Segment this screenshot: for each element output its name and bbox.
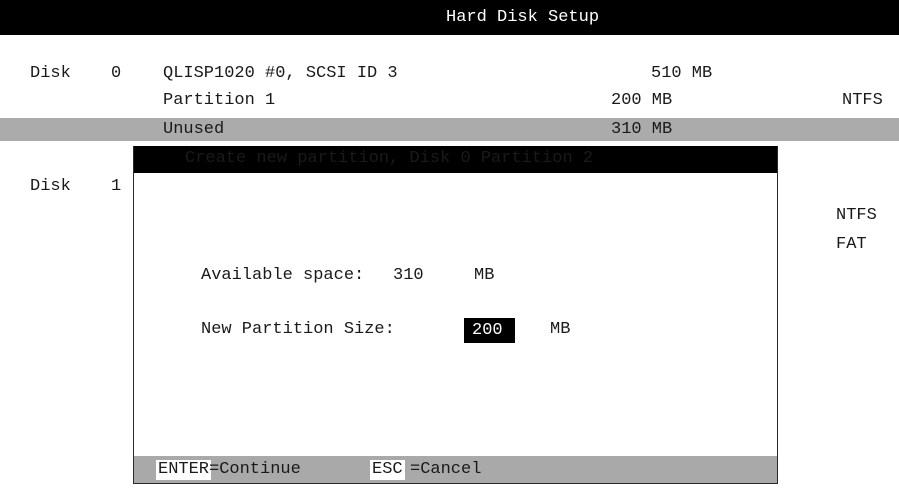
- partition-fs[interactable]: FAT: [836, 235, 867, 255]
- dialog-footer: ENTER =Continue ESC =Cancel: [134, 456, 777, 483]
- partition-fs: NTFS: [842, 91, 883, 110]
- create-partition-dialog: Create new partition, Disk 0 Partition 2…: [133, 146, 778, 484]
- partition-fs[interactable]: NTFS: [836, 206, 877, 226]
- enter-action[interactable]: =Continue: [209, 460, 301, 480]
- title-bar: Hard Disk Setup: [0, 0, 899, 35]
- disk-1-number: 1: [111, 177, 122, 196]
- partition-size-label: New Partition Size:: [201, 320, 395, 339]
- disk-1-label: Disk: [30, 177, 71, 196]
- dialog-title-bar: Create new partition, Disk 0 Partition 2: [134, 146, 777, 173]
- selected-partition-row[interactable]: Unused 310 MB: [0, 118, 899, 141]
- partition-name: Unused: [163, 120, 225, 139]
- partition-size: 200 MB: [611, 91, 673, 110]
- disk-0-description: QLISP1020 #0, SCSI ID 3: [163, 64, 398, 83]
- dialog-title: Create new partition, Disk 0 Partition 2: [185, 149, 594, 168]
- enter-key[interactable]: ENTER: [156, 460, 212, 480]
- disk-0-size: 510 MB: [651, 64, 713, 83]
- available-space-value: 310: [393, 266, 424, 285]
- esc-key[interactable]: ESC: [370, 460, 405, 480]
- partition-size-input[interactable]: [464, 318, 515, 343]
- partition-name: Partition 1: [163, 91, 276, 110]
- partition-size: 310 MB: [611, 120, 673, 139]
- disk-0-number: 0: [111, 64, 122, 83]
- partition-size-unit: MB: [550, 320, 571, 339]
- disk-0-label: Disk: [30, 64, 71, 83]
- esc-action[interactable]: =Cancel: [410, 460, 481, 480]
- available-space-label: Available space:: [201, 266, 365, 285]
- available-space-unit: MB: [474, 266, 495, 285]
- page-title: Hard Disk Setup: [446, 8, 600, 27]
